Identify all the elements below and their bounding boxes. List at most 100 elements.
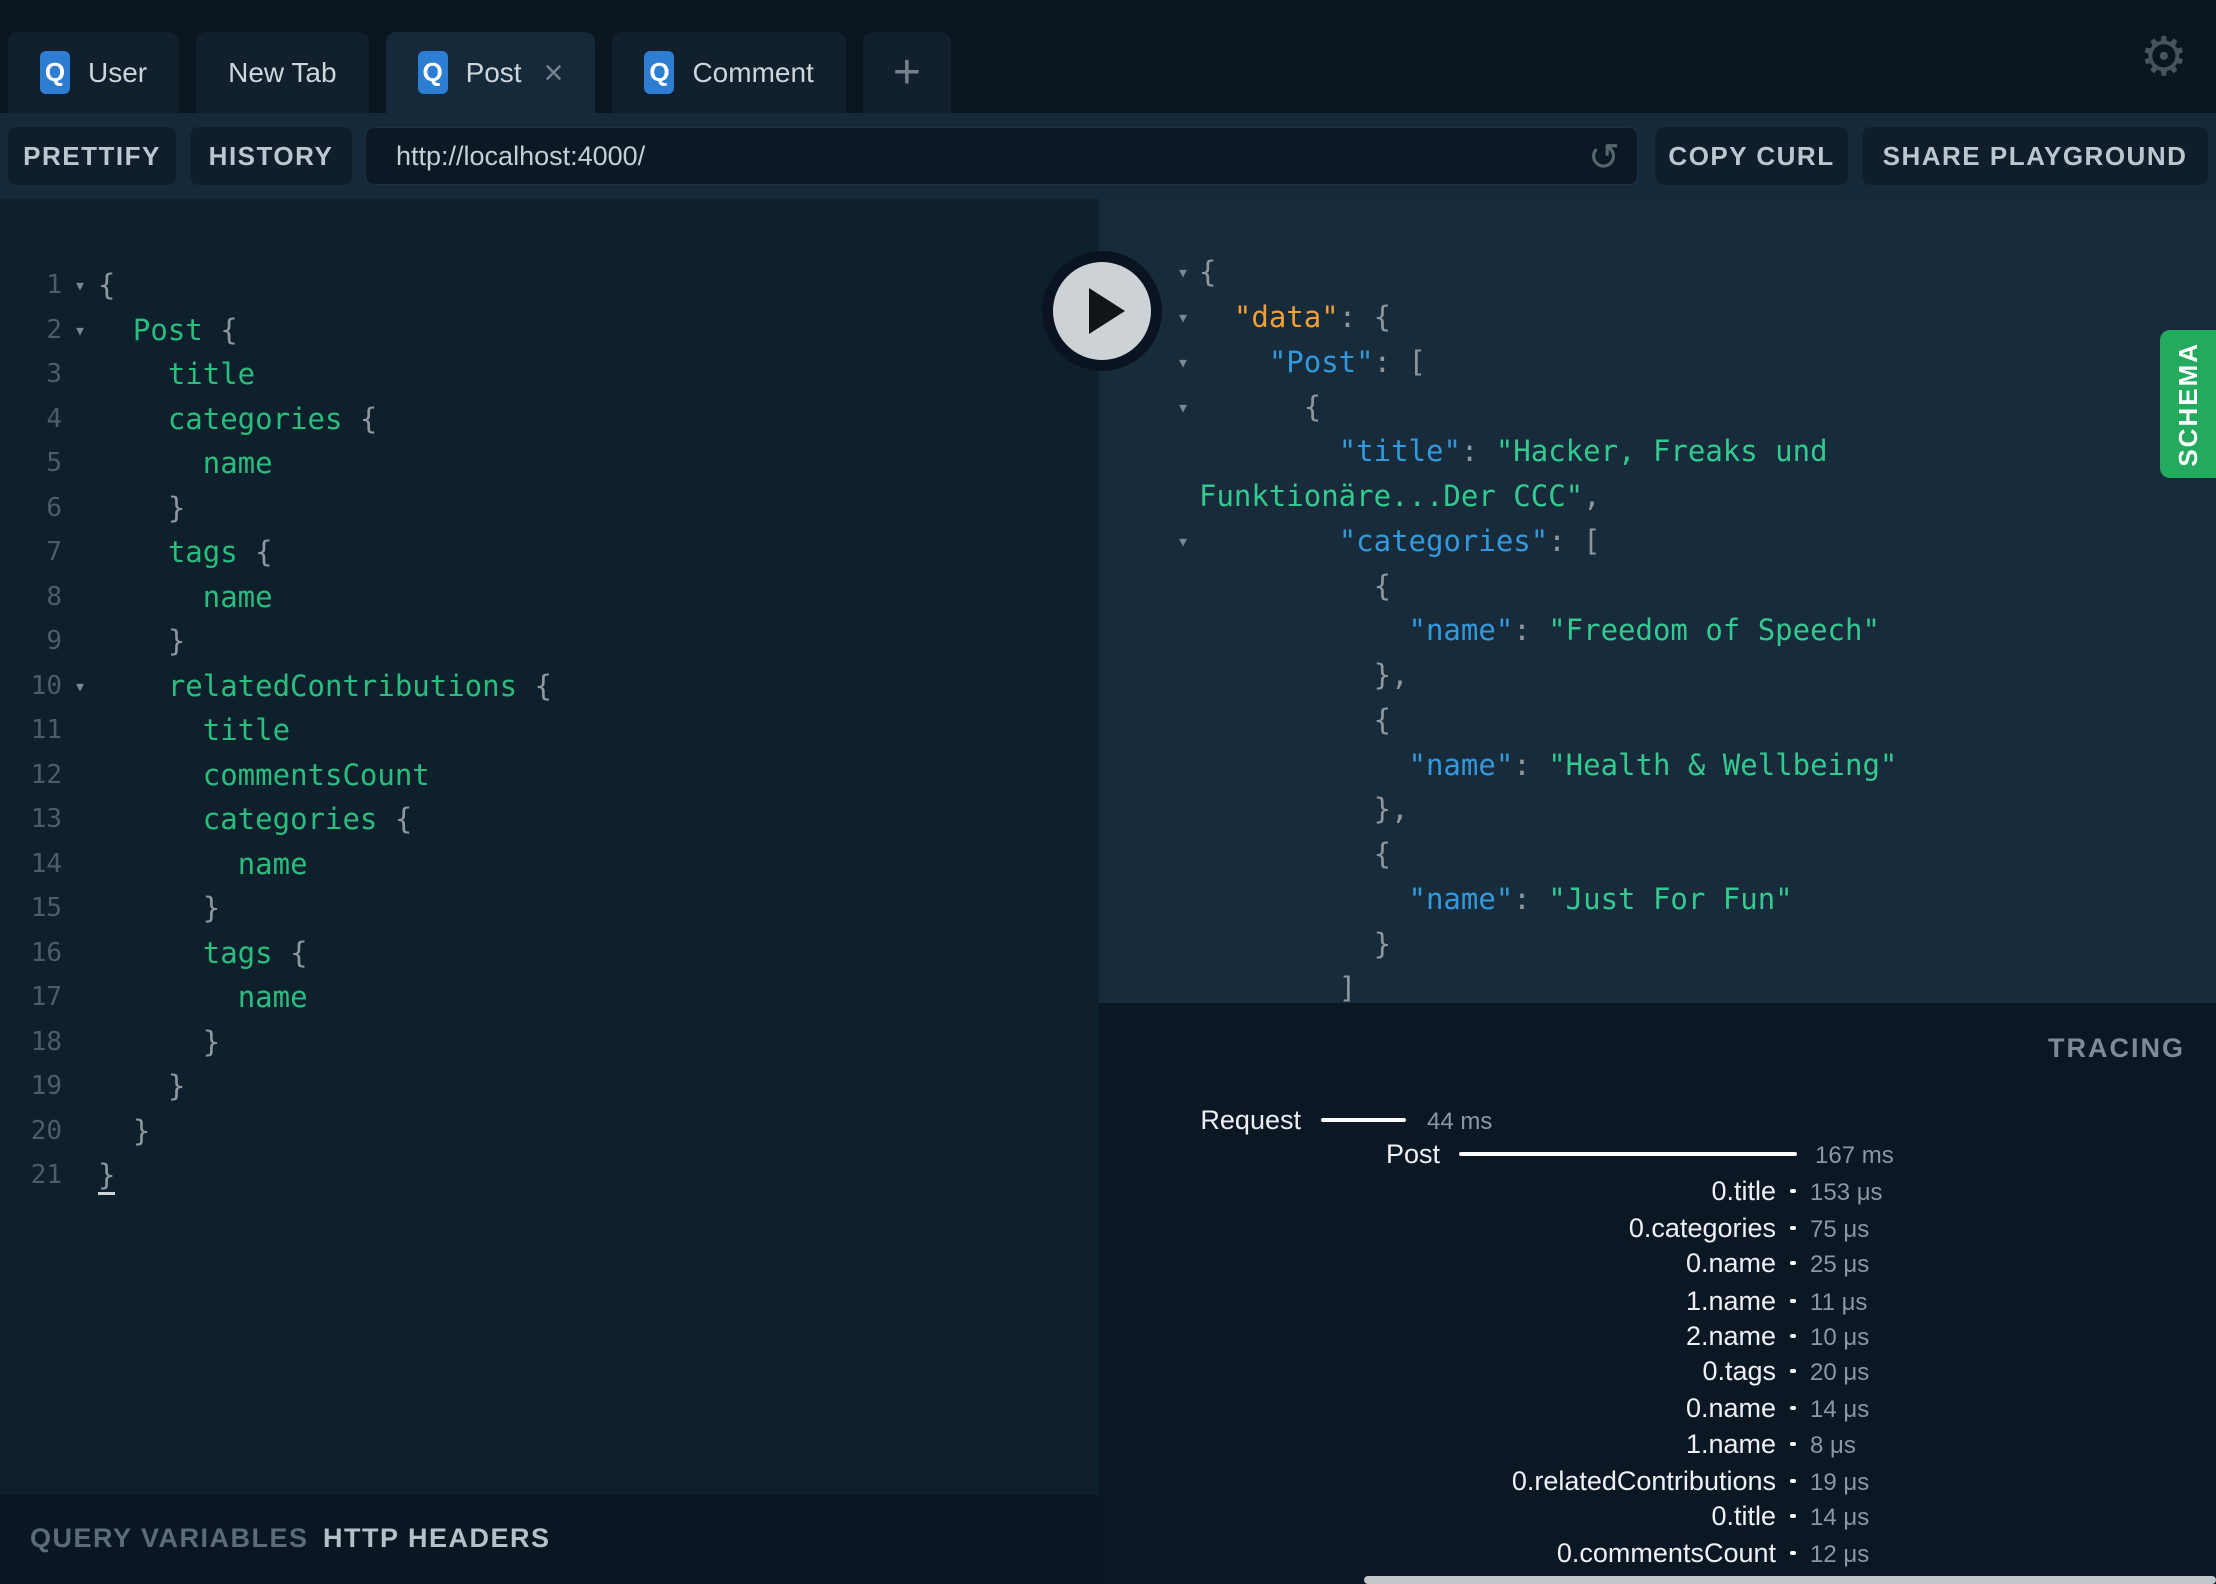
query-line: 13 categories { [0,797,1099,842]
refresh-schema-icon[interactable]: ↺ [1588,135,1620,180]
schema-tab[interactable]: SCHEMA [2160,330,2216,478]
tracing-label: Request [1200,1105,1301,1135]
line-number: 10 [30,670,62,701]
line-number: 13 [30,804,62,835]
tracing-bar [1790,1299,1796,1303]
response-line: "name": "Freedom of Speech" [1099,608,2216,653]
code-text: } [167,624,186,659]
code-text: }, [1373,658,1409,693]
query-line: 17 name [0,975,1099,1020]
tracing-bar [1790,1514,1796,1518]
tracing-label: 0.name [1685,1248,1776,1278]
tracing-row: 0.title 153 μs [1099,1176,2216,1208]
code-text: title [167,357,256,392]
fold-arrow-icon[interactable]: ▾ [62,318,98,342]
response-line: }, [1099,787,2216,832]
tracing-scrollbar[interactable] [1364,1576,2216,1584]
code-text: "Post": [ [1268,344,1426,379]
fold-arrow-icon[interactable]: ▾ [62,674,98,698]
query-line: 2 ▾ Post { [0,308,1099,353]
code-text: { [1373,837,1392,872]
query-line: 20 } [0,1109,1099,1154]
line-number: 12 [30,759,62,790]
close-icon[interactable]: × [544,56,564,90]
fold-arrow-icon[interactable]: ▾ [1099,529,1199,553]
tracing-duration: 25 μs [1810,1251,1870,1278]
prettify-button[interactable]: PRETTIFY [8,127,176,185]
tracing-duration: 11 μs [1810,1289,1868,1316]
response-line: "name": "Just For Fun" [1099,877,2216,922]
code-text: } [98,1158,116,1196]
tracing-bar [1790,1261,1796,1265]
response-line: } [1099,921,2216,966]
fold-arrow-icon[interactable]: ▾ [1099,395,1199,419]
query-variables-toggle[interactable]: QUERY VARIABLES [30,1523,309,1554]
response-line: { [1099,698,2216,743]
code-text: } [202,1024,221,1059]
line-number: 19 [30,1071,62,1102]
response-line: ▾{ [1099,250,2216,295]
add-tab-button[interactable]: + [862,32,951,113]
play-icon [1089,288,1125,334]
tracing-bar [1321,1118,1406,1122]
tab-post[interactable]: Q Post × [385,32,596,113]
tracing-duration: 8 μs [1810,1432,1856,1459]
query-line: 21} [0,1153,1099,1198]
tab-list: Q User New Tab Q Post × Q Comment + [8,32,951,113]
tracing-bar [1790,1406,1796,1410]
query-line: 19 } [0,1064,1099,1109]
code-text: name [202,579,273,614]
tracing-duration: 75 μs [1810,1216,1870,1243]
response-line: ▾ "categories": [ [1099,519,2216,564]
code-text: Funktionäre...Der CCC", [1199,479,1601,514]
tracing-label: 2.name [1685,1321,1776,1351]
tracing-bar [1790,1334,1796,1338]
response-line: { [1099,832,2216,877]
code-text: } [132,1113,151,1148]
http-headers-toggle[interactable]: HTTP HEADERS [323,1523,551,1554]
query-lines: 1 ▾{2 ▾ Post {3 title 4 categories {5 name 6… [0,263,1099,1198]
tracing-label: 1.name [1685,1429,1776,1459]
copy-curl-button[interactable]: COPY CURL [1655,127,1848,185]
tracing-duration: 14 μs [1810,1396,1870,1423]
endpoint-url-input[interactable] [365,127,1638,185]
code-text: "title": "Hacker, Freaks und [1338,434,1828,469]
line-number: 17 [30,982,62,1013]
tracing-row: 1.name 11 μs [1099,1286,2216,1318]
code-text: name [237,980,308,1015]
tracing-row: 0.name 14 μs [1099,1393,2216,1425]
tracing-duration: 12 μs [1810,1541,1870,1568]
tab-user[interactable]: Q User [8,32,180,113]
line-number: 18 [30,1026,62,1057]
line-number: 14 [30,848,62,879]
code-text: "name": "Just For Fun" [1408,881,1793,916]
line-number: 7 [46,537,62,568]
query-line: 9 } [0,619,1099,664]
code-text: } [167,490,186,525]
tracing-duration: 10 μs [1810,1324,1870,1351]
tracing-row: 0.name 25 μs [1099,1248,2216,1280]
tracing-label: 1.name [1685,1286,1776,1316]
code-text: name [202,446,273,481]
line-number: 15 [30,893,62,924]
tab-comment[interactable]: Q Comment [612,32,846,113]
tab-new-tab[interactable]: New Tab [196,32,369,113]
tracing-label: 0.categories [1628,1213,1776,1243]
code-text: }, [1373,792,1409,827]
query-line: 4 categories { [0,397,1099,442]
response-line: ] [1099,966,2216,1003]
query-editor[interactable]: 1 ▾{2 ▾ Post {3 title 4 categories {5 name 6… [0,199,1099,1495]
tracing-bar [1790,1189,1796,1193]
share-playground-button[interactable]: SHARE PLAYGROUND [1862,127,2208,185]
graphql-playground-window: Q User New Tab Q Post × Q Comment + ⚙ PRETTIFY H… [0,0,2216,1584]
query-line: 8 name [0,575,1099,620]
query-line: 6 } [0,486,1099,531]
history-button[interactable]: HISTORY [190,127,352,185]
line-number: 1 [46,270,62,301]
code-text: "categories": [ [1338,523,1601,558]
execute-query-button[interactable] [1042,251,1162,371]
settings-gear-icon[interactable]: ⚙ [2140,30,2188,84]
tracing-label: Post [1385,1139,1440,1169]
fold-arrow-icon[interactable]: ▾ [62,273,98,297]
code-text: } [202,891,221,926]
